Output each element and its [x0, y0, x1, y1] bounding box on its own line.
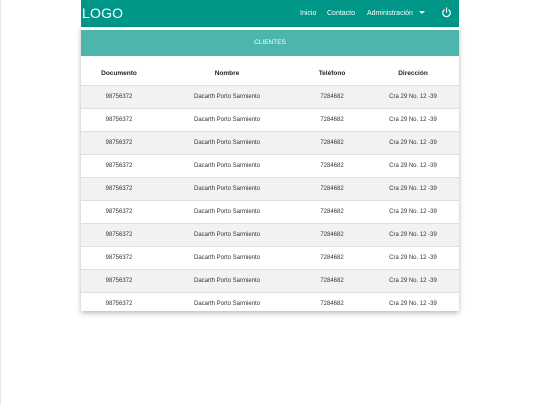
cell-direccion: Cra 29 No. 12 -39: [367, 131, 459, 155]
table-row[interactable]: 98756372 Dacarth Porto Sarmiento 7284682 Cr…: [81, 269, 459, 293]
cell-documento: 98756372: [81, 200, 157, 224]
table-header-row: Documento Nombre Teléfono Dirección: [81, 62, 459, 86]
cell-documento: 98756372: [81, 85, 157, 109]
cell-nombre: Dacarth Porto Sarmiento: [157, 269, 297, 293]
cell-telefono: 7284682: [297, 131, 367, 155]
table-row[interactable]: 98756372 Dacarth Porto Sarmiento 7284682 Cr…: [81, 292, 459, 315]
cell-nombre: Dacarth Porto Sarmiento: [157, 154, 297, 178]
cell-documento: 98756372: [81, 246, 157, 270]
page-edge-divider: [0, 0, 1, 405]
table-row[interactable]: 98756372 Dacarth Porto Sarmiento 7284682 Cr…: [81, 200, 459, 224]
cell-documento: 98756372: [81, 131, 157, 155]
cell-documento: 98756372: [81, 269, 157, 293]
cell-telefono: 7284682: [297, 292, 367, 315]
navbar: LOGO Inicio Contacto Administración: [81, 0, 459, 27]
table-row[interactable]: 98756372 Dacarth Porto Sarmiento 7284682 Cr…: [81, 177, 459, 201]
cell-telefono: 7284682: [297, 269, 367, 293]
table-row[interactable]: 98756372 Dacarth Porto Sarmiento 7284682 Cr…: [81, 223, 459, 247]
cell-telefono: 7284682: [297, 154, 367, 178]
table-row[interactable]: 98756372 Dacarth Porto Sarmiento 7284682 Cr…: [81, 154, 459, 178]
cell-documento: 98756372: [81, 223, 157, 247]
cell-telefono: 7284682: [297, 85, 367, 109]
column-header-documento: Documento: [101, 70, 137, 77]
column-header-nombre: Nombre: [214, 70, 240, 77]
cell-nombre: Dacarth Porto Sarmiento: [157, 131, 297, 155]
cell-nombre: Dacarth Porto Sarmiento: [157, 85, 297, 109]
cell-direccion: Cra 29 No. 12 -39: [367, 246, 459, 270]
table-row[interactable]: 98756372 Dacarth Porto Sarmiento 7284682 Cr…: [81, 108, 459, 132]
logo[interactable]: LOGO: [82, 5, 123, 22]
cell-telefono: 7284682: [297, 108, 367, 132]
cell-documento: 98756372: [81, 292, 157, 315]
chevron-down-icon[interactable]: [419, 11, 425, 14]
cell-documento: 98756372: [81, 154, 157, 178]
cell-direccion: Cra 29 No. 12 -39: [367, 108, 459, 132]
cell-direccion: Cra 29 No. 12 -39: [367, 154, 459, 178]
cell-nombre: Dacarth Porto Sarmiento: [157, 177, 297, 201]
cell-nombre: Dacarth Porto Sarmiento: [157, 223, 297, 247]
clients-card: CLIENTES Documento Nombre Teléfono Direc…: [81, 27, 459, 315]
cell-telefono: 7284682: [297, 177, 367, 201]
cell-direccion: Cra 29 No. 12 -39: [367, 177, 459, 201]
cell-nombre: Dacarth Porto Sarmiento: [157, 200, 297, 224]
nav-link-administracion[interactable]: Administración: [367, 9, 413, 18]
cell-nombre: Dacarth Porto Sarmiento: [157, 246, 297, 270]
cell-telefono: 7284682: [297, 223, 367, 247]
cell-direccion: Cra 29 No. 12 -39: [367, 223, 459, 247]
cell-nombre: Dacarth Porto Sarmiento: [157, 108, 297, 132]
cell-direccion: Cra 29 No. 12 -39: [367, 292, 459, 315]
nav-link-contacto[interactable]: Contacto: [327, 9, 355, 18]
cell-telefono: 7284682: [297, 246, 367, 270]
column-header-telefono: Teléfono: [318, 70, 346, 77]
clients-table: Documento Nombre Teléfono Dirección 9875…: [81, 62, 459, 315]
table-row[interactable]: 98756372 Dacarth Porto Sarmiento 7284682 Cr…: [81, 246, 459, 270]
cell-direccion: Cra 29 No. 12 -39: [367, 85, 459, 109]
column-header-direccion: Dirección: [398, 70, 428, 77]
cell-direccion: Cra 29 No. 12 -39: [367, 269, 459, 293]
cell-documento: 98756372: [81, 108, 157, 132]
table-row[interactable]: 98756372 Dacarth Porto Sarmiento 7284682 Cr…: [81, 131, 459, 155]
cell-direccion: Cra 29 No. 12 -39: [367, 200, 459, 224]
cell-nombre: Dacarth Porto Sarmiento: [157, 292, 297, 315]
card-title: CLIENTES: [81, 30, 459, 56]
table-row[interactable]: 98756372 Dacarth Porto Sarmiento 7284682 Cr…: [81, 85, 459, 109]
power-icon[interactable]: [441, 7, 452, 18]
cell-documento: 98756372: [81, 177, 157, 201]
cell-telefono: 7284682: [297, 200, 367, 224]
nav-link-inicio[interactable]: Inicio: [300, 9, 316, 18]
